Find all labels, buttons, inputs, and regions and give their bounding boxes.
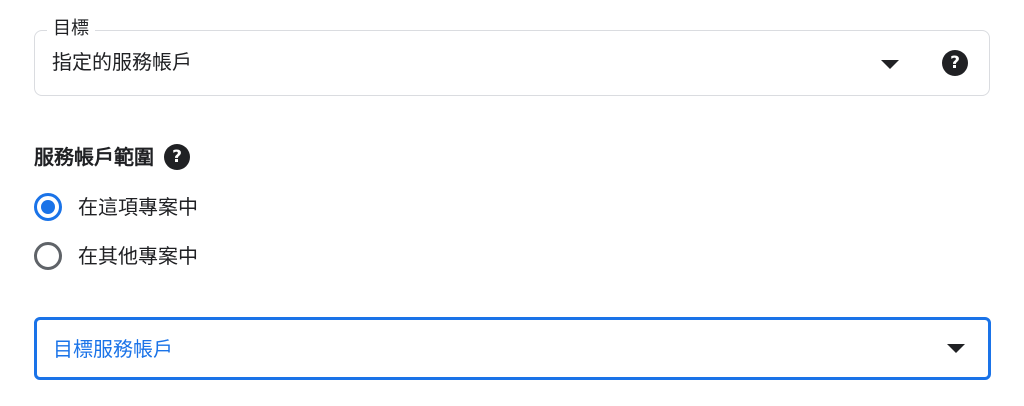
help-circle-icon[interactable]: ?	[942, 50, 968, 76]
arrow-drop-down-icon[interactable]	[947, 344, 965, 353]
scope-heading: 服務帳戶範圍 ?	[34, 142, 190, 172]
help-circle-icon[interactable]: ?	[164, 144, 190, 170]
radio-option-other-project[interactable]: 在其他專案中	[34, 241, 198, 271]
radio-label: 在這項專案中	[78, 195, 198, 219]
radio-button-checked[interactable]	[34, 193, 62, 221]
radio-option-this-project[interactable]: 在這項專案中	[34, 192, 198, 222]
target-service-account-placeholder: 目標服務帳戶	[53, 337, 173, 361]
target-label: 目標	[47, 17, 95, 41]
scope-title: 服務帳戶範圍	[34, 145, 154, 169]
arrow-drop-down-icon[interactable]	[881, 60, 899, 69]
target-select[interactable]: 目標 指定的服務帳戶 ?	[34, 17, 990, 96]
radio-label: 在其他專案中	[78, 244, 198, 268]
target-value: 指定的服務帳戶	[52, 50, 192, 74]
target-service-account-select[interactable]: 目標服務帳戶	[34, 317, 991, 380]
radio-button-unchecked[interactable]	[34, 242, 62, 270]
